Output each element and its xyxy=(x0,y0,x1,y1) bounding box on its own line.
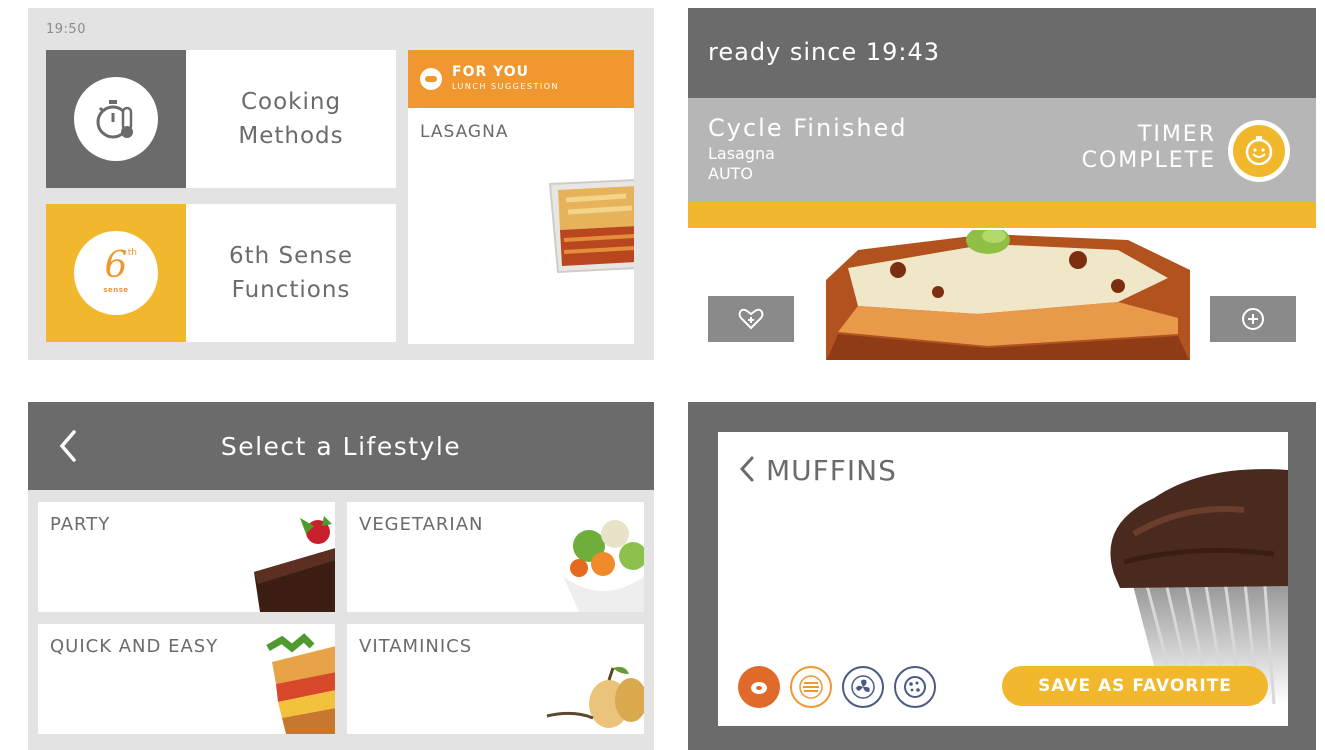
cooking-methods-label: Cooking Methods xyxy=(238,89,344,149)
lifestyle-screen: Select a Lifestyle PARTY VEGETARIAN QUIC… xyxy=(28,402,654,750)
sixth-sense-word: sense xyxy=(103,286,129,294)
recipe-title: MUFFINS xyxy=(766,454,897,487)
heart-plus-icon xyxy=(738,308,764,330)
for-you-title: FOR YOU xyxy=(452,64,530,80)
lifestyle-title: Select a Lifestyle xyxy=(220,432,462,461)
recipe-card: MUFFINS SAVE AS FAVORITE xyxy=(718,432,1288,726)
sixth-sense-icon-box: 6 th sense xyxy=(46,204,186,342)
cycle-finished-screen: ready since 19:43 Cycle Finished Lasagna… xyxy=(688,8,1316,360)
cycle-info-bar: Cycle Finished Lasagna AUTO TIMER COMPLE… xyxy=(688,98,1316,202)
vegetable-bowl-image xyxy=(563,520,644,612)
fan-icon xyxy=(851,675,875,699)
sixth-sense-tile[interactable]: 6 th sense 6th Sense Functions xyxy=(46,204,396,342)
lifestyle-card-vegetarian[interactable]: VEGETARIAN xyxy=(347,502,644,612)
for-you-card[interactable]: FOR YOU LUNCH SUGGESTION LASAGNA xyxy=(408,50,634,344)
cycle-mode: AUTO xyxy=(708,164,754,183)
for-you-header: FOR YOU LUNCH SUGGESTION xyxy=(408,50,634,108)
chocolate-cake-image xyxy=(254,516,335,612)
sixth-sense-number: 6 xyxy=(104,245,128,286)
layers-icon xyxy=(799,675,823,699)
for-you-subtitle: LUNCH SUGGESTION xyxy=(452,82,560,91)
layers-function-button[interactable] xyxy=(790,666,832,708)
lifestyle-card-quick-and-easy[interactable]: QUICK AND EASY xyxy=(38,624,335,734)
save-as-favorite-button[interactable]: SAVE AS FAVORITE xyxy=(1002,666,1268,706)
lifestyle-label: QUICK AND EASY xyxy=(50,636,219,657)
dish-function-button[interactable] xyxy=(738,666,780,708)
timer-complete-label: TIMER COMPLETE xyxy=(1082,122,1216,174)
cookie-icon xyxy=(904,676,926,698)
dish-icon xyxy=(751,682,767,694)
lifestyle-label: PARTY xyxy=(50,514,111,535)
sandwich-image xyxy=(266,633,335,734)
lasagna-photo xyxy=(826,230,1190,360)
lifestyle-label: VEGETARIAN xyxy=(359,514,484,535)
cycle-status: Cycle Finished xyxy=(708,114,908,142)
dish-icon xyxy=(420,68,442,90)
add-favorite-button[interactable] xyxy=(708,296,794,342)
lasagna-dish-image xyxy=(548,179,634,274)
home-screen: 19:50 Cooking Methods 6 th sense 6th Sen… xyxy=(28,8,654,360)
timer-complete-icon xyxy=(1228,120,1290,182)
recipe-header[interactable]: MUFFINS xyxy=(738,454,897,487)
lifestyle-header: Select a Lifestyle xyxy=(28,402,654,490)
lifestyle-label: VITAMINICS xyxy=(359,636,473,657)
pears-image xyxy=(546,666,644,728)
lifestyle-card-vitaminics[interactable]: VITAMINICS xyxy=(347,624,644,734)
clock: 19:50 xyxy=(46,22,86,37)
plus-circle-icon xyxy=(1242,308,1264,330)
back-chevron-icon[interactable] xyxy=(738,454,756,487)
add-button[interactable] xyxy=(1210,296,1296,342)
timer-line-1: TIMER xyxy=(1137,122,1216,147)
sixth-sense-icon: 6 th sense xyxy=(74,231,158,315)
ready-since-text: ready since 19:43 xyxy=(708,38,941,66)
accent-stripe xyxy=(688,202,1316,228)
suggested-dish-name: LASAGNA xyxy=(420,122,509,142)
ready-status-bar: ready since 19:43 xyxy=(688,8,1316,98)
cookie-function-button[interactable] xyxy=(894,666,936,708)
cooking-methods-tile[interactable]: Cooking Methods xyxy=(46,50,396,188)
sixth-sense-suffix: th xyxy=(127,248,137,258)
recipe-screen: MUFFINS SAVE AS FAVORITE xyxy=(688,402,1316,750)
fan-function-button[interactable] xyxy=(842,666,884,708)
timer-line-2: COMPLETE xyxy=(1081,148,1216,173)
lifestyle-card-party[interactable]: PARTY xyxy=(38,502,335,612)
cycle-recipe: Lasagna xyxy=(708,144,775,163)
stopwatch-thermometer-icon xyxy=(74,77,158,161)
cooking-methods-icon-box xyxy=(46,50,186,188)
sixth-sense-label: 6th Sense Functions xyxy=(229,243,353,303)
